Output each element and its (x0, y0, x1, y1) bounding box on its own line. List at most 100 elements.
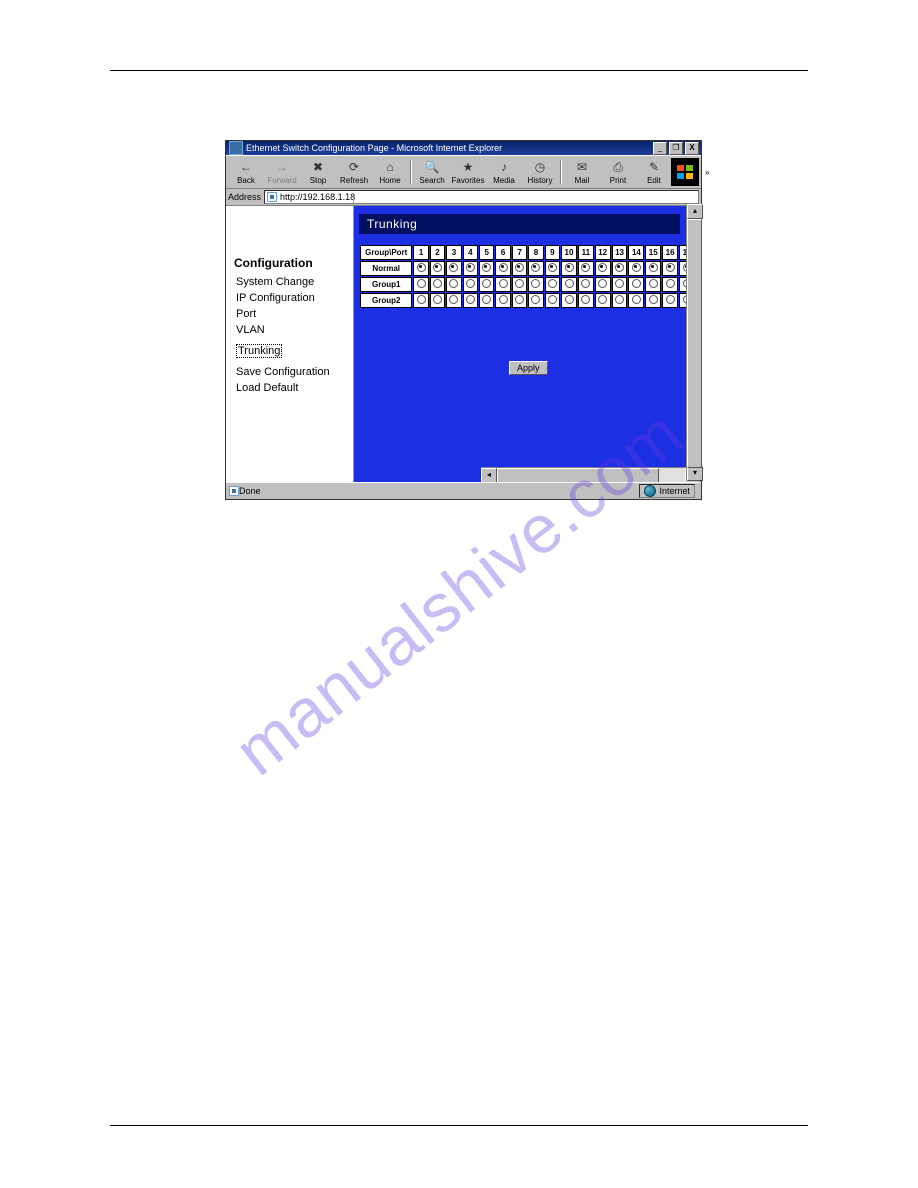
col-header-port: 11 (578, 245, 594, 260)
stop-button[interactable]: ✖Stop (300, 158, 336, 186)
radio-cell[interactable] (413, 261, 428, 276)
radio-cell[interactable] (628, 277, 644, 292)
radio-cell[interactable] (561, 277, 577, 292)
radio-cell[interactable] (595, 293, 611, 308)
radio-cell[interactable] (463, 293, 478, 308)
radio-cell[interactable] (413, 293, 428, 308)
radio-cell[interactable] (545, 277, 560, 292)
scroll-track[interactable] (497, 468, 685, 482)
favorites-button[interactable]: ★Favorites (450, 158, 486, 186)
back-button[interactable]: ←Back (228, 158, 264, 186)
radio-cell[interactable] (413, 277, 428, 292)
nav-vlan[interactable]: VLAN (236, 324, 353, 336)
nav-save-configuration[interactable]: Save Configuration (236, 366, 353, 378)
ie-window: Ethernet Switch Configuration Page - Mic… (225, 140, 702, 500)
status-page-icon (229, 486, 239, 496)
minimize-button[interactable]: _ (653, 142, 667, 155)
radio-cell[interactable] (463, 277, 478, 292)
radio-cell[interactable] (463, 261, 478, 276)
radio-cell[interactable] (528, 261, 543, 276)
radio-cell[interactable] (595, 261, 611, 276)
radio-cell[interactable] (430, 261, 445, 276)
history-button[interactable]: ◷History (522, 158, 558, 186)
radio-cell[interactable] (545, 293, 560, 308)
radio-cell[interactable] (545, 261, 560, 276)
col-header-port: 5 (479, 245, 494, 260)
radio-cell[interactable] (628, 293, 644, 308)
toolbar-overflow-2[interactable]: » (705, 168, 709, 177)
scroll-down-button[interactable]: ▾ (687, 466, 703, 481)
apply-button[interactable]: Apply (509, 361, 548, 375)
radio-cell[interactable] (446, 261, 461, 276)
radio-cell[interactable] (561, 261, 577, 276)
col-header-port: 14 (628, 245, 644, 260)
close-button[interactable]: X (685, 142, 699, 155)
scroll-thumb-vertical[interactable] (687, 219, 702, 468)
print-icon: ⎙ (610, 159, 626, 175)
radio-cell[interactable] (479, 277, 494, 292)
col-header-port: 6 (495, 245, 510, 260)
radio-cell[interactable] (446, 293, 461, 308)
edit-button[interactable]: ✎Edit (636, 158, 672, 186)
maximize-button[interactable]: ❐ (669, 142, 683, 155)
home-button[interactable]: ⌂Home (372, 158, 408, 186)
radio-cell[interactable] (430, 293, 445, 308)
scroll-track-vertical[interactable] (687, 219, 701, 466)
radio-cell[interactable] (528, 293, 543, 308)
media-icon: ♪ (496, 159, 512, 175)
radio-cell[interactable] (495, 293, 510, 308)
stop-icon: ✖ (310, 159, 326, 175)
radio-cell[interactable] (645, 261, 661, 276)
radio-cell[interactable] (578, 293, 594, 308)
print-button[interactable]: ⎙Print (600, 158, 636, 186)
radio-cell[interactable] (645, 293, 661, 308)
radio-cell[interactable] (595, 277, 611, 292)
radio-cell[interactable] (662, 277, 678, 292)
radio-cell[interactable] (628, 261, 644, 276)
row-header: Group1 (360, 277, 412, 292)
radio-cell[interactable] (612, 261, 628, 276)
forward-button: →Forward (264, 158, 300, 186)
radio-cell[interactable] (578, 261, 594, 276)
radio-cell[interactable] (479, 293, 494, 308)
radio-cell[interactable] (578, 277, 594, 292)
radio-cell[interactable] (612, 277, 628, 292)
vertical-scrollbar[interactable]: ▴ ▾ (686, 204, 701, 481)
nav-port[interactable]: Port (236, 308, 353, 320)
radio-cell[interactable] (430, 277, 445, 292)
radio-cell[interactable] (612, 293, 628, 308)
radio-cell[interactable] (662, 293, 678, 308)
radio-cell[interactable] (662, 261, 678, 276)
mail-button[interactable]: ✉Mail (564, 158, 600, 186)
page-rule-top (110, 70, 808, 71)
search-button[interactable]: 🔍Search (414, 158, 450, 186)
row-header: Group2 (360, 293, 412, 308)
favorites-icon: ★ (460, 159, 476, 175)
radio-cell[interactable] (495, 261, 510, 276)
nav-load-default[interactable]: Load Default (236, 382, 353, 394)
radio-cell[interactable] (512, 261, 527, 276)
radio-cell[interactable] (479, 261, 494, 276)
media-button[interactable]: ♪Media (486, 158, 522, 186)
scroll-left-button[interactable]: ◂ (481, 468, 497, 482)
ie-toolbar: ←Back →Forward ✖Stop ⟳Refresh ⌂Home 🔍Sea… (226, 155, 701, 189)
address-url: http://192.168.1.18 (280, 192, 355, 202)
nav-ip-configuration[interactable]: IP Configuration (236, 292, 353, 304)
scroll-thumb[interactable] (497, 468, 659, 482)
horizontal-scrollbar[interactable]: ◂ ▸ (481, 467, 701, 482)
radio-cell[interactable] (495, 277, 510, 292)
page-icon (267, 192, 277, 202)
radio-cell[interactable] (645, 277, 661, 292)
radio-cell[interactable] (446, 277, 461, 292)
radio-cell[interactable] (528, 277, 543, 292)
scroll-up-button[interactable]: ▴ (687, 204, 703, 219)
ie-throbber-icon (671, 158, 699, 186)
radio-cell[interactable] (561, 293, 577, 308)
nav-system-change[interactable]: System Change (236, 276, 353, 288)
radio-cell[interactable] (512, 277, 527, 292)
radio-cell[interactable] (512, 293, 527, 308)
refresh-button[interactable]: ⟳Refresh (336, 158, 372, 186)
col-header-port: 8 (528, 245, 543, 260)
address-input[interactable]: http://192.168.1.18 (264, 190, 699, 204)
nav-trunking[interactable]: Trunking (236, 344, 282, 358)
